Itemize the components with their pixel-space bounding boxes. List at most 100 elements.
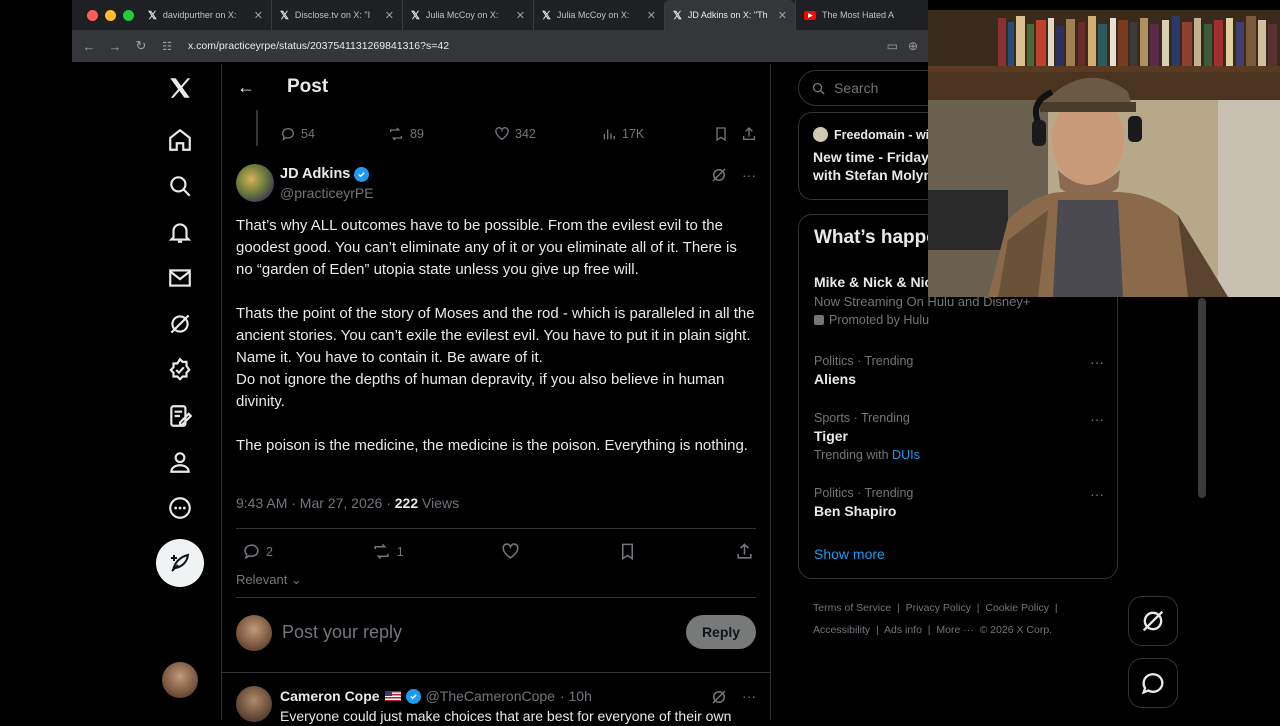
reply-action[interactable]: 54 [280,126,387,142]
back-arrow-icon[interactable]: ← [222,77,270,98]
repost-action[interactable]: 1 [371,542,404,561]
close-tab-icon[interactable]: ✕ [516,9,525,22]
reply-button[interactable]: Reply [686,615,756,649]
grok-fab-button[interactable] [1128,596,1178,646]
url-field[interactable]: x.com/practiceyrpe/status/20375411312698… [188,40,887,52]
account-avatar[interactable] [162,662,198,698]
more-options-icon[interactable]: ··· [742,688,756,706]
grok-icon [1142,610,1164,632]
trend-item[interactable]: Politics · Trending Aliens ··· [814,354,1104,387]
repost-action[interactable]: 89 [387,126,494,142]
more-options-icon[interactable]: ··· [1090,354,1104,370]
trend-link[interactable]: DUIs [892,448,920,462]
browser-tab[interactable]: 𝕏 Disclose.tv on X: "I ✕ [271,0,402,30]
cast-icon[interactable]: ▭ [887,39,898,53]
browser-tab-active[interactable]: 𝕏 JD Adkins on X: "Th ✕ [664,0,795,30]
scrollbar[interactable] [1198,298,1206,498]
x-logo-icon: 𝕏 [411,9,420,22]
reply-text: Everyone could just make choices that ar… [280,708,732,724]
youtube-icon [804,10,816,20]
like-action[interactable]: 342 [494,126,601,142]
back-arrow-icon[interactable]: ← [76,39,102,54]
tweet-actions: 2 1 [242,542,754,561]
trend-item[interactable]: Politics · Trending Ben Shapiro ··· [814,486,1104,519]
profile-person-icon[interactable] [152,442,208,482]
host-avatar [813,127,828,142]
search-icon [812,82,825,95]
more-options-icon[interactable]: ··· [1090,411,1104,427]
views-count: 222 [394,495,419,511]
bookmark-icon[interactable] [713,126,741,142]
zoom-icon[interactable]: ⊕ [908,39,918,53]
messages-fab-button[interactable] [1128,658,1178,708]
x-logo-icon: 𝕏 [280,9,289,22]
verified-premium-icon[interactable] [152,350,208,390]
reply-author-row: Cameron Cope @TheCameronCope · 10h [280,688,592,704]
tweet-header-icons: ··· [710,166,756,184]
reload-icon[interactable]: ↻ [128,38,154,54]
browser-tab[interactable]: 𝕏davidpurther on X: ✕ [140,0,271,30]
minimize-window-button[interactable] [105,9,116,21]
author-handle[interactable]: @practiceyrPE [280,185,374,201]
chevron-down-icon: ⌄ [287,572,302,587]
previous-post-actions: 54 89 342 17K [280,126,760,142]
more-options-icon[interactable]: ··· [1090,486,1104,502]
browser-tab[interactable]: 𝕏 Julia McCoy on X: ✕ [402,0,533,30]
close-tab-icon[interactable]: ✕ [385,9,394,22]
more-options-icon[interactable]: ··· [742,167,756,183]
grok-icon[interactable] [710,688,728,706]
explore-search-icon[interactable] [152,166,208,206]
feather-icon [171,553,190,572]
share-icon[interactable] [741,126,757,142]
author-name-row[interactable]: JD Adkins [280,166,370,182]
close-tab-icon[interactable]: ✕ [647,9,656,22]
browser-chrome: 𝕏davidpurther on X: ✕ 𝕏 Disclose.tv on X:… [72,0,928,62]
home-icon[interactable] [152,120,208,160]
reply-input[interactable]: Post your reply [282,622,402,643]
timestamp[interactable]: 9:43 AM · Mar 27, 2026 · [236,495,395,511]
divider [222,672,770,673]
close-tab-icon[interactable]: ✕ [778,9,787,22]
reply-item: Cameron Cope @TheCameronCope · 10h ··· E… [236,686,756,726]
tweet-author: JD Adkins @practiceyrPE ··· [236,164,756,204]
x-logo-icon[interactable] [152,68,208,108]
main-column: ← Post 54 89 342 17K JD Adkins @practice… [221,64,771,724]
chat-bubble-icon [1141,673,1164,695]
trend-item[interactable]: Sports · Trending Tiger Trending with DU… [814,411,1104,462]
reply-sort-dropdown[interactable]: Relevant ⌄ [236,572,302,588]
verified-badge-icon [405,688,421,704]
notifications-bell-icon[interactable] [152,212,208,252]
browser-tab[interactable]: The Most Hated A [795,0,926,30]
site-info-icon[interactable]: ☷ [154,40,180,53]
tweet-text: That’s why ALL outcomes have to be possi… [236,217,755,454]
forward-arrow-icon[interactable]: → [102,39,128,54]
more-circle-icon[interactable] [152,488,208,528]
repost-icon [390,127,402,141]
avatar[interactable] [236,686,272,722]
divider [236,597,756,598]
thread-line [256,110,258,146]
close-tab-icon[interactable]: ✕ [254,9,263,22]
us-flag-icon [384,691,401,701]
x-logo-icon: 𝕏 [542,9,551,22]
browser-tab[interactable]: 𝕏 Julia McCoy on X: ✕ [533,0,664,30]
show-more-link[interactable]: Show more [814,546,885,562]
reply-action[interactable]: 2 [242,542,273,561]
compose-post-button[interactable] [156,539,204,587]
heart-icon[interactable] [501,542,520,561]
verified-badge-icon [354,166,370,182]
reply-composer: Post your reply Reply [236,615,756,653]
grok-icon[interactable] [152,304,208,344]
reply-header-icons: ··· [710,688,756,706]
share-icon[interactable] [735,542,754,561]
close-window-button[interactable] [87,9,98,21]
avatar [236,615,272,651]
views-action[interactable]: 17K [601,126,713,142]
heart-icon [495,127,509,141]
maximize-window-button[interactable] [123,9,134,21]
grok-icon[interactable] [710,166,728,184]
messages-envelope-icon[interactable] [152,258,208,298]
bookmark-icon[interactable] [618,542,637,561]
articles-compose-icon[interactable] [152,396,208,436]
author-avatar[interactable] [236,164,274,202]
